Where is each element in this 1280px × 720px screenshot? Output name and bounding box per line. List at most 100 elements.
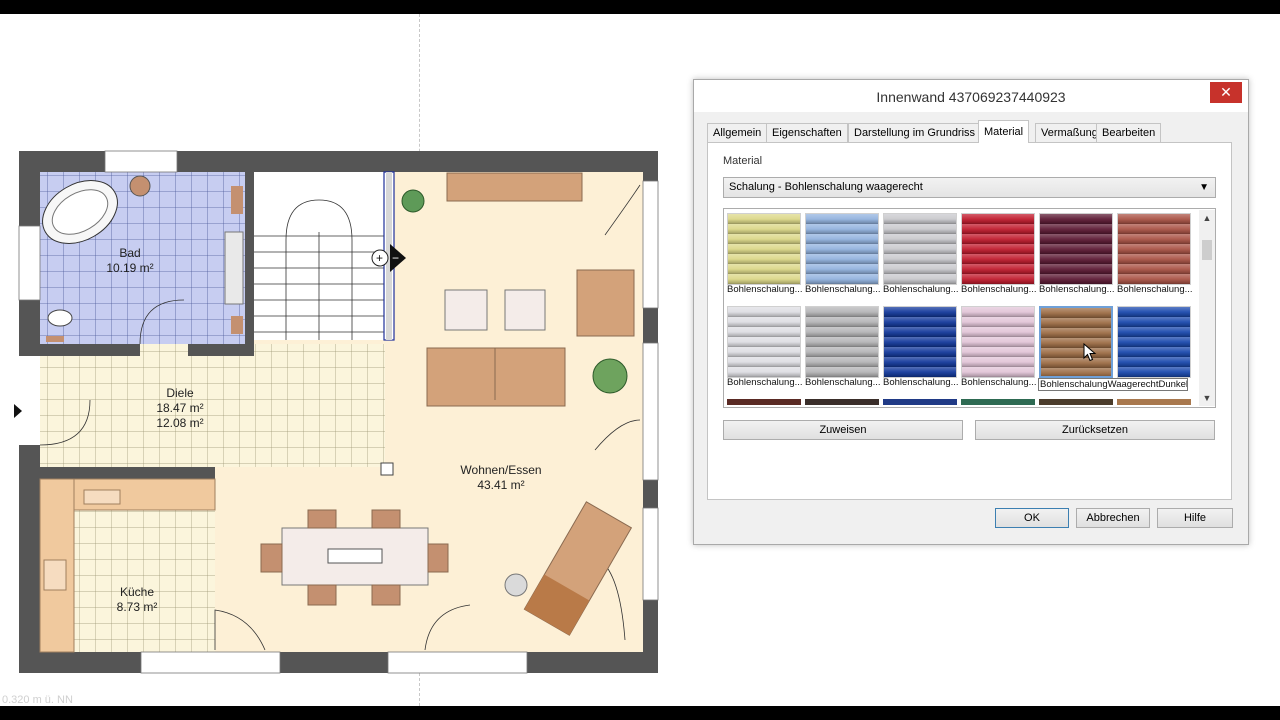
material-swatch[interactable]: Bohlenschalung... [880, 302, 959, 392]
material-swatch-preview[interactable] [1117, 306, 1191, 378]
tab-bearbeiten[interactable]: Bearbeiten [1096, 123, 1162, 142]
cancel-button[interactable]: Abbrechen [1076, 508, 1150, 528]
material-swatch-label: Bohlenschalung... [961, 377, 1037, 388]
material-swatch-label: Bohlenschalung... [961, 284, 1037, 295]
sofa [426, 347, 566, 407]
lamp [504, 573, 528, 597]
tab-allgemein[interactable]: Allgemein [707, 123, 768, 142]
material-select[interactable]: Schalung - Bohlenschalung waagerecht ▼ [723, 177, 1216, 198]
material-swatch-label: Bohlenschalung... [727, 284, 803, 295]
ok-button[interactable]: OK [995, 508, 1069, 528]
help-button[interactable]: Hilfe [1157, 508, 1233, 528]
material-swatch-partial[interactable] [805, 399, 879, 405]
material-swatch-preview[interactable] [727, 213, 801, 285]
material-swatch[interactable]: Bohlenschalung... [958, 209, 1037, 299]
material-swatch-preview[interactable] [961, 306, 1035, 378]
bath-sink [224, 231, 244, 305]
stool [444, 289, 488, 331]
material-swatch-label: Bohlenschalung... [883, 284, 959, 295]
material-swatch-label: Bohlenschalung... [805, 284, 881, 295]
floor-plan[interactable]: + − [0, 0, 680, 720]
material-swatch[interactable]: Bohlenschalung... [880, 209, 959, 299]
material-swatch[interactable]: Bohlenschalung... [958, 302, 1037, 392]
material-swatch-partial[interactable] [1039, 399, 1113, 405]
reset-button[interactable]: Zurücksetzen [975, 420, 1215, 440]
material-label: Material [723, 155, 763, 167]
material-swatch-label: Bohlenschalung... [727, 377, 803, 388]
mouse-cursor-icon [1083, 343, 1097, 362]
room-name: Diele [166, 386, 194, 400]
material-swatch-preview[interactable] [1117, 213, 1191, 285]
letterbox-bottom [0, 706, 1280, 720]
material-swatch-preview[interactable] [805, 306, 879, 378]
scroll-thumb[interactable] [1202, 240, 1212, 260]
stool [504, 289, 546, 331]
material-swatch-preview[interactable] [961, 213, 1035, 285]
material-swatch[interactable]: Bohlenschalung... [724, 302, 803, 392]
material-swatch-preview[interactable] [727, 306, 801, 378]
assign-button[interactable]: Zuweisen [723, 420, 963, 440]
material-swatch-preview[interactable] [883, 213, 957, 285]
room-area-secondary: 12.08 m² [156, 416, 204, 430]
tab-vermassung[interactable]: Vermaßung [1035, 123, 1104, 142]
room-label-kueche: Küche 8.73 m² [107, 585, 167, 615]
material-swatch-partial[interactable] [727, 399, 801, 405]
material-swatch-grid[interactable]: Bohlenschalung... Bohlenschalung... Bohlen… [723, 208, 1216, 408]
chevron-down-icon: ▼ [1199, 182, 1209, 193]
material-swatch-preview[interactable] [805, 213, 879, 285]
tab-darstellung[interactable]: Darstellung im Grundriss [848, 123, 982, 142]
tab-material[interactable]: Material [978, 120, 1030, 143]
material-select-value: Schalung - Bohlenschalung waagerecht [729, 181, 923, 193]
material-swatch[interactable]: Bohlenschalung... [802, 302, 881, 392]
room-area: 18.47 m² [156, 401, 204, 415]
close-button[interactable]: ✕ [1210, 82, 1242, 103]
material-swatch-preview[interactable] [883, 306, 957, 378]
material-swatch[interactable]: Bohlenschalung... [724, 209, 803, 299]
room-label-bad: Bad 10.19 m² [100, 246, 160, 276]
material-swatch[interactable]: BohlenschalungWaagerechtDunkel... [1036, 302, 1188, 392]
sideboard [446, 172, 583, 202]
tab-eigenschaften[interactable]: Eigenschaften [766, 123, 848, 142]
room-label-wohnen: Wohnen/Essen 43.41 m² [446, 463, 556, 493]
scroll-up-icon[interactable]: ▲ [1199, 210, 1215, 226]
bath-shelf [231, 186, 243, 214]
scroll-down-icon[interactable]: ▼ [1199, 390, 1215, 406]
wall-properties-dialog[interactable]: Innenwand 437069237440923 ✕ Allgemein Ei… [693, 79, 1249, 545]
material-swatch-partial[interactable] [961, 399, 1035, 405]
svg-text:+: + [376, 251, 383, 265]
floor-kueche [74, 510, 215, 653]
material-swatch-label: Bohlenschalung... [1117, 284, 1193, 295]
dialog-title: Innenwand 437069237440923 [876, 89, 1066, 105]
room-area: 43.41 m² [477, 478, 525, 492]
plant [401, 189, 425, 213]
plant [592, 358, 628, 394]
swatch-scrollbar[interactable]: ▲ ▼ [1199, 210, 1215, 406]
material-tab-panel: Material Schalung - Bohlenschalung waage… [707, 142, 1232, 500]
material-swatch[interactable]: Bohlenschalung... [1036, 209, 1115, 299]
toilet [47, 309, 73, 327]
material-swatch-partial[interactable] [883, 399, 957, 405]
room-label-diele: Diele 18.47 m² 12.08 m² [140, 386, 220, 431]
entrance-marker [14, 404, 22, 418]
room-area: 8.73 m² [116, 600, 158, 614]
material-swatch-preview[interactable] [1039, 306, 1113, 378]
armchair [576, 269, 635, 337]
room-name: Küche [119, 585, 155, 599]
room-area: 10.19 m² [106, 261, 154, 275]
material-swatch[interactable]: Bohlenschalung... [1114, 209, 1193, 299]
material-swatch[interactable]: Bohlenschalung... [802, 209, 881, 299]
shower-stool [129, 175, 151, 197]
room-name: Bad [119, 246, 141, 260]
dialog-titlebar[interactable]: Innenwand 437069237440923 ✕ [694, 80, 1248, 112]
material-swatch-label: Bohlenschalung... [883, 377, 959, 388]
material-swatch-label: Bohlenschalung... [805, 377, 881, 388]
svg-text:−: − [392, 251, 399, 265]
material-swatch-partial[interactable] [1117, 399, 1191, 405]
material-swatch-label: Bohlenschalung... [1039, 284, 1115, 295]
material-swatch-preview[interactable] [1039, 213, 1113, 285]
material-swatch-label: BohlenschalungWaagerechtDunkel... [1038, 378, 1188, 391]
room-name: Wohnen/Essen [460, 463, 542, 477]
elevation-label: 0.320 m ü. NN [2, 694, 73, 706]
kitchen-sink [83, 489, 121, 505]
corner-handle[interactable] [380, 462, 394, 476]
